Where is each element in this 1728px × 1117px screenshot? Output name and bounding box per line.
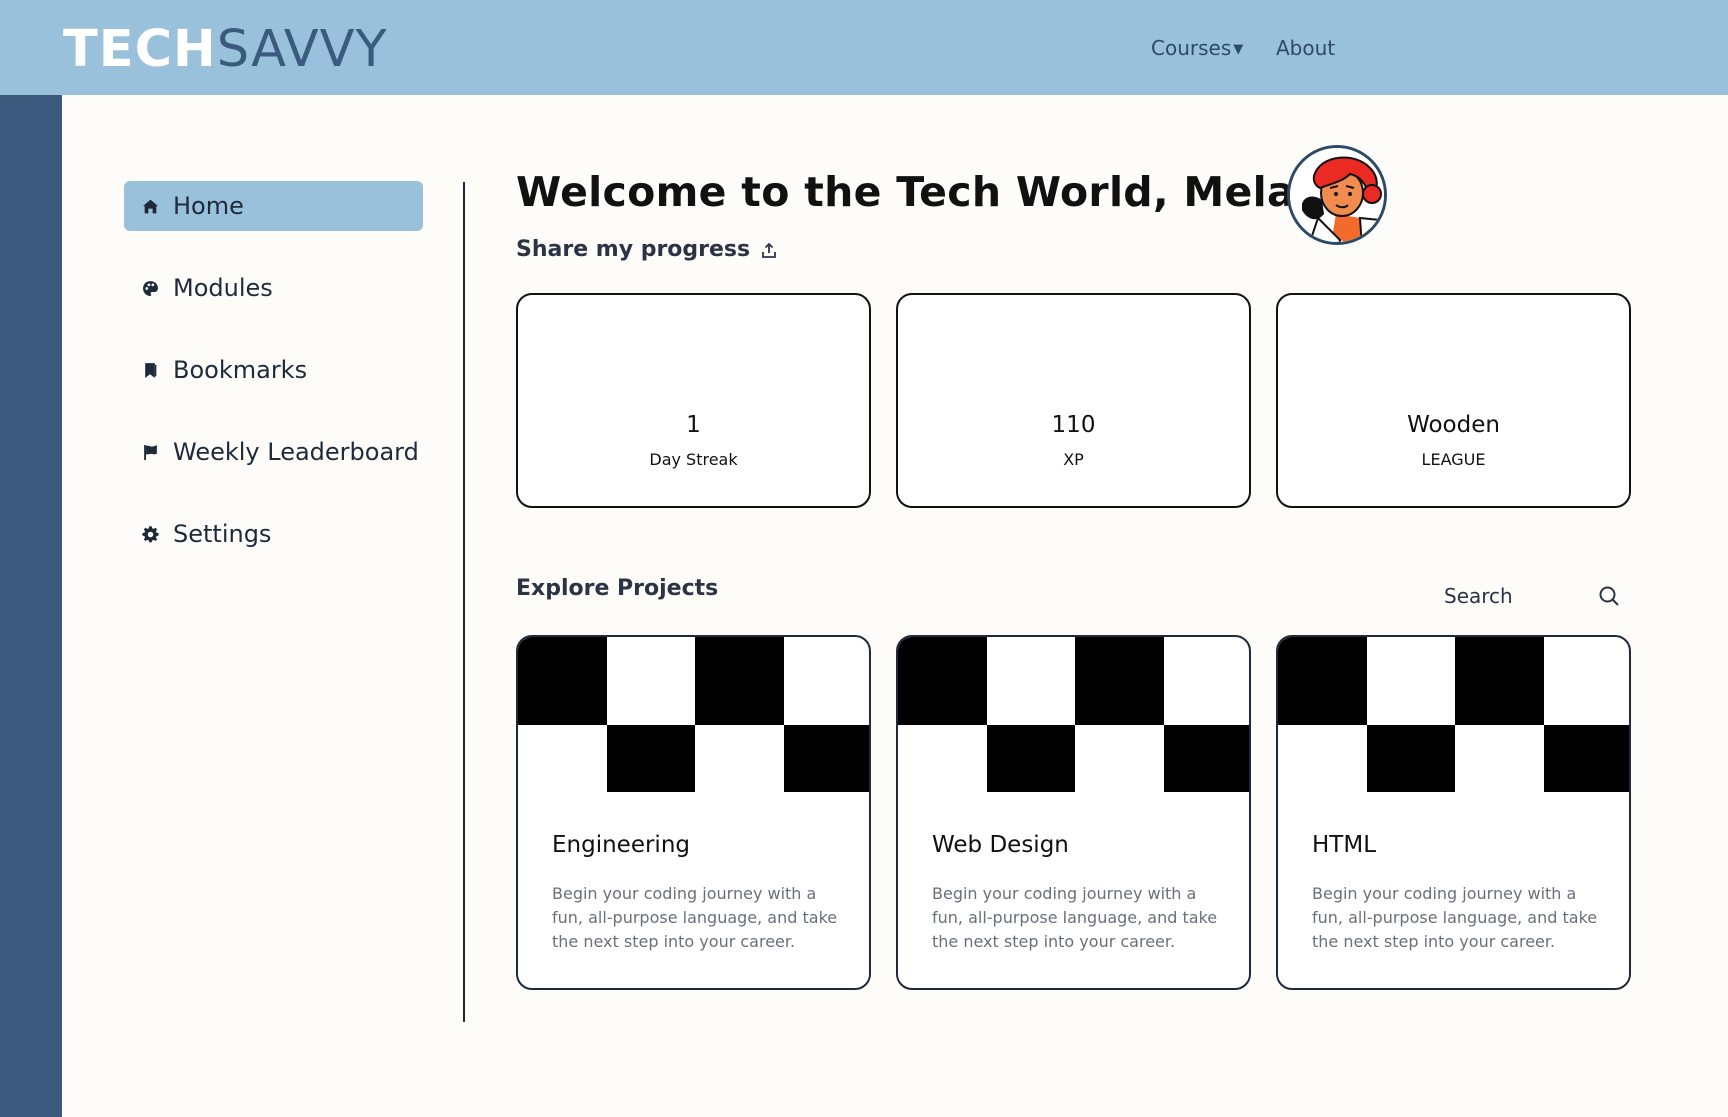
page-title: Welcome to the Tech World, Melanie! <box>516 168 1386 216</box>
sidebar-item-label: Home <box>173 192 244 220</box>
logo-tech: TECH <box>63 20 217 79</box>
flag-icon <box>141 443 159 461</box>
vertical-divider <box>463 182 465 1022</box>
stat-value: 1 <box>686 412 701 438</box>
nav-about[interactable]: About <box>1276 36 1335 60</box>
project-title: HTML <box>1312 832 1377 858</box>
palette-icon <box>141 279 159 297</box>
share-icon <box>760 241 778 259</box>
project-card-engineering[interactable]: Engineering Begin your coding journey wi… <box>516 635 871 990</box>
stat-card-league: Wooden LEAGUE <box>1276 293 1631 508</box>
stat-value: Wooden <box>1407 412 1500 438</box>
logo-savvy: SAVVY <box>216 20 388 79</box>
project-title: Web Design <box>932 832 1069 858</box>
left-accent-strip <box>0 95 62 1117</box>
stat-label: XP <box>1063 450 1084 469</box>
checker-pattern-image <box>1278 637 1629 792</box>
stat-card-xp: 110 XP <box>896 293 1251 508</box>
stat-value: 110 <box>1051 412 1096 438</box>
sidebar-item-home[interactable]: Home <box>124 181 423 231</box>
section-title: Explore Projects <box>516 576 719 601</box>
checker-pattern-image <box>898 637 1249 792</box>
search-box[interactable] <box>1438 578 1628 614</box>
search-icon[interactable] <box>1598 585 1620 607</box>
checker-pattern-image <box>518 637 869 792</box>
sidebar-item-settings[interactable]: Settings <box>124 509 423 559</box>
project-title: Engineering <box>552 832 690 858</box>
project-card-html[interactable]: HTML Begin your coding journey with a fu… <box>1276 635 1631 990</box>
stat-label: Day Streak <box>649 450 738 469</box>
bookmark-icon <box>141 361 159 379</box>
sidebar-item-label: Settings <box>173 520 272 548</box>
avatar[interactable] <box>1287 145 1387 245</box>
stat-card-streak: 1 Day Streak <box>516 293 871 508</box>
project-description: Begin your coding journey with a fun, al… <box>932 884 1218 951</box>
project-description: Begin your coding journey with a fun, al… <box>552 884 838 951</box>
share-progress-label: Share my progress <box>516 237 751 262</box>
nav-courses-label: Courses <box>1151 36 1232 60</box>
sidebar-item-label: Bookmarks <box>173 356 308 384</box>
caret-down-icon: ▼ <box>1233 42 1244 57</box>
project-card-web-design[interactable]: Web Design Begin your coding journey wit… <box>896 635 1251 990</box>
top-bar: TECHSAVVY Courses ▼ About <box>0 0 1728 95</box>
stat-label: LEAGUE <box>1421 450 1486 469</box>
nav-courses[interactable]: Courses ▼ <box>1151 36 1243 60</box>
sidebar-item-label: Weekly Leaderboard <box>173 438 419 466</box>
sidebar-item-weekly-leaderboard[interactable]: Weekly Leaderboard <box>124 427 423 477</box>
project-description: Begin your coding journey with a fun, al… <box>1312 884 1598 951</box>
sidebar-item-bookmarks[interactable]: Bookmarks <box>124 345 423 395</box>
share-progress-button[interactable]: Share my progress <box>516 237 778 262</box>
gear-icon <box>141 525 159 543</box>
sidebar-item-modules[interactable]: Modules <box>124 263 423 313</box>
logo[interactable]: TECHSAVVY <box>63 20 388 80</box>
search-input[interactable] <box>1438 584 1578 608</box>
sidebar-item-label: Modules <box>173 274 273 302</box>
home-icon <box>141 197 159 215</box>
